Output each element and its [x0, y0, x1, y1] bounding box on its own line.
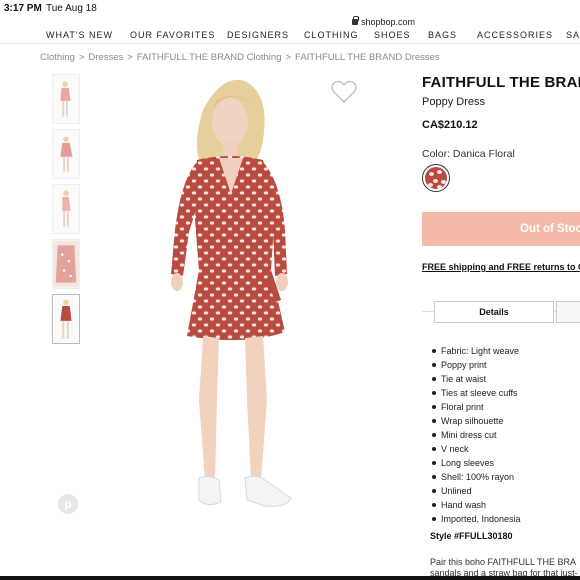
breadcrumb: Clothing > Dresses > FAITHFULL THE BRAND Clo… — [40, 52, 440, 63]
nav-item-bags[interactable]: BAGS — [428, 30, 457, 40]
list-item: Imported, Indonesia — [430, 512, 521, 526]
nav-item-shoes[interactable]: SHOES — [374, 30, 411, 40]
breadcrumb-link[interactable]: FAITHFULL THE BRAND Clothing — [137, 52, 282, 63]
free-shipping-link[interactable]: FREE shipping and FREE returns to Ca — [422, 262, 580, 272]
breadcrumb-link[interactable]: FAITHFULL THE BRAND Dresses — [295, 52, 440, 63]
pinterest-icon[interactable]: p — [58, 494, 78, 514]
list-item: Unlined — [430, 484, 521, 498]
list-item: Fabric: Light weave — [430, 344, 521, 358]
main-product-image[interactable] — [95, 70, 370, 520]
nav-item-clothing[interactable]: CLOTHING — [304, 30, 359, 40]
list-item: Shell: 100% rayon — [430, 470, 521, 484]
breadcrumb-separator: > — [285, 52, 292, 63]
lock-icon — [352, 16, 359, 25]
product-thumbnail-5[interactable] — [52, 294, 80, 344]
style-number: Style #FFULL30180 — [430, 531, 513, 541]
color-swatch-danica-floral[interactable] — [422, 164, 450, 192]
list-item: Poppy print — [430, 358, 521, 372]
swatch-fill — [425, 167, 447, 189]
status-date: Tue Aug 18 — [46, 3, 97, 14]
breadcrumb-separator: > — [78, 52, 85, 63]
product-thumbnail-1[interactable] — [52, 74, 80, 124]
out-of-stock-button[interactable]: Out of Stoc — [422, 212, 580, 246]
product-thumbnail-3[interactable] — [52, 184, 80, 234]
status-time: 3:17 PM — [4, 3, 42, 14]
bottom-edge — [0, 576, 580, 580]
list-item: V neck — [430, 442, 521, 456]
color-label: Color: Danica Floral — [422, 148, 515, 160]
product-thumbnail-4[interactable] — [52, 239, 80, 289]
feature-list: Fabric: Light weave Poppy print Tie at w… — [430, 344, 521, 526]
nav-item-our-favorites[interactable]: OUR FAVORITES — [130, 30, 215, 40]
nav-item-accessories[interactable]: ACCESSORIES — [477, 30, 553, 40]
list-item: Hand wash — [430, 498, 521, 512]
list-item: Floral print — [430, 400, 521, 414]
list-item: Mini dress cut — [430, 428, 521, 442]
top-nav: WHAT'S NEW OUR FAVORITES DESIGNERS CLOTH… — [0, 29, 580, 44]
product-name: Poppy Dress — [422, 96, 485, 108]
tab-details[interactable]: Details — [434, 301, 554, 323]
status-bar: 3:17 PM Tue Aug 18 — [0, 0, 580, 17]
product-price: CA$210.12 — [422, 119, 478, 131]
list-item: Long sleeves — [430, 456, 521, 470]
product-thumbnail-2[interactable] — [52, 129, 80, 179]
product-brand[interactable]: FAITHFULL THE BRAND — [422, 74, 580, 91]
address-bar[interactable]: shopbop.com — [0, 16, 580, 29]
nav-item-designers[interactable]: DESIGNERS — [227, 30, 289, 40]
list-item: Ties at sleeve cuffs — [430, 386, 521, 400]
list-item: Tie at waist — [430, 372, 521, 386]
url-display[interactable]: shopbop.com — [352, 16, 416, 27]
list-item: Wrap silhouette — [430, 414, 521, 428]
tab-next[interactable] — [556, 301, 580, 323]
breadcrumb-link[interactable]: Clothing — [40, 52, 75, 63]
description-line: Pair this boho FAITHFULL THE BRA — [430, 557, 577, 567]
breadcrumb-link[interactable]: Dresses — [88, 52, 123, 63]
breadcrumb-separator: > — [127, 52, 133, 63]
url-text: shopbop.com — [361, 17, 416, 27]
nav-item-sale[interactable]: SAL — [566, 30, 580, 40]
heart-icon[interactable] — [331, 80, 357, 104]
nav-item-whats-new[interactable]: WHAT'S NEW — [46, 30, 113, 40]
